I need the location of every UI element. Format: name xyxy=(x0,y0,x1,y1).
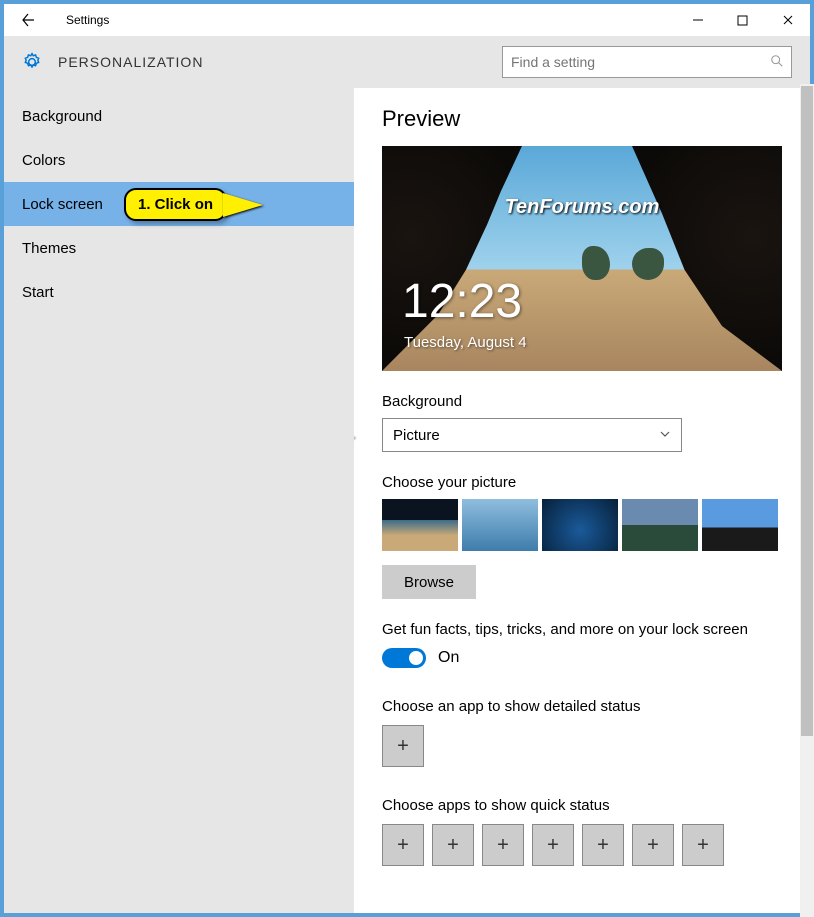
chevron-down-icon xyxy=(659,427,671,444)
close-button[interactable] xyxy=(765,4,810,36)
add-quick-status-app[interactable]: + xyxy=(382,824,424,866)
lock-screen-preview: TenForums.com 12:23 Tuesday, August 4 xyxy=(382,146,782,371)
header: PERSONALIZATION xyxy=(4,36,810,88)
sidebar-item-label: Start xyxy=(22,284,54,301)
annotation-arrow-icon xyxy=(223,193,263,217)
plus-icon: + xyxy=(397,834,409,857)
quick-status-row: + + + + + + + xyxy=(382,824,788,866)
annotation-arrow-icon xyxy=(354,425,355,449)
scrollbar[interactable] xyxy=(800,84,814,917)
browse-button[interactable]: Browse xyxy=(382,565,476,599)
add-quick-status-app[interactable]: + xyxy=(482,824,524,866)
content-pane: Preview TenForums.com 12:23 Tuesday, Aug… xyxy=(354,88,810,913)
background-label: Background xyxy=(382,393,788,410)
preview-date: Tuesday, August 4 xyxy=(404,334,527,351)
sidebar-item-label: Lock screen xyxy=(22,196,103,213)
picture-thumb[interactable] xyxy=(462,499,538,551)
add-quick-status-app[interactable]: + xyxy=(532,824,574,866)
maximize-button[interactable] xyxy=(720,4,765,36)
picture-thumb[interactable] xyxy=(382,499,458,551)
fun-facts-label: Get fun facts, tips, tricks, and more on… xyxy=(382,621,788,638)
sidebar: Background Colors Lock screen 1. Click o… xyxy=(4,88,354,913)
plus-icon: + xyxy=(397,735,409,758)
minimize-button[interactable] xyxy=(675,4,720,36)
sidebar-item-lock-screen[interactable]: Lock screen 1. Click on xyxy=(4,182,354,226)
plus-icon: + xyxy=(447,834,459,857)
detailed-status-label: Choose an app to show detailed status xyxy=(382,698,788,715)
titlebar: Settings xyxy=(4,4,810,36)
annotation-label: 1. Click on xyxy=(124,188,227,221)
window-title: Settings xyxy=(66,13,109,27)
dropdown-value: Picture xyxy=(393,427,440,444)
preview-clock: 12:23 xyxy=(402,274,522,329)
plus-icon: + xyxy=(597,834,609,857)
search-input[interactable] xyxy=(502,46,792,78)
back-button[interactable] xyxy=(14,6,42,34)
add-quick-status-app[interactable]: + xyxy=(682,824,724,866)
sidebar-item-label: Colors xyxy=(22,152,65,169)
sidebar-item-label: Themes xyxy=(22,240,76,257)
plus-icon: + xyxy=(697,834,709,857)
sidebar-item-colors[interactable]: Colors xyxy=(4,138,354,182)
picture-thumbnails xyxy=(382,499,788,551)
plus-icon: + xyxy=(497,834,509,857)
gear-icon xyxy=(22,52,42,72)
plus-icon: + xyxy=(547,834,559,857)
choose-picture-label: Choose your picture xyxy=(382,474,788,491)
add-detailed-status-app[interactable]: + xyxy=(382,725,424,767)
page-title: PERSONALIZATION xyxy=(58,54,203,70)
picture-thumb[interactable] xyxy=(622,499,698,551)
quick-status-label: Choose apps to show quick status xyxy=(382,797,788,814)
annotation-step1: 1. Click on xyxy=(124,188,263,221)
add-quick-status-app[interactable]: + xyxy=(582,824,624,866)
picture-thumb[interactable] xyxy=(702,499,778,551)
sidebar-item-label: Background xyxy=(22,108,102,125)
add-quick-status-app[interactable]: + xyxy=(632,824,674,866)
fun-facts-toggle[interactable] xyxy=(382,648,426,668)
sidebar-item-background[interactable]: Background xyxy=(4,94,354,138)
preview-watermark: TenForums.com xyxy=(382,196,782,219)
add-quick-status-app[interactable]: + xyxy=(432,824,474,866)
picture-thumb[interactable] xyxy=(542,499,618,551)
sidebar-item-themes[interactable]: Themes xyxy=(4,226,354,270)
plus-icon: + xyxy=(647,834,659,857)
search-icon xyxy=(770,54,784,68)
sidebar-item-start[interactable]: Start xyxy=(4,270,354,314)
preview-heading: Preview xyxy=(382,106,788,132)
annotation-step2: 2. Select xyxy=(354,420,355,453)
scroll-thumb[interactable] xyxy=(801,86,813,736)
background-dropdown[interactable]: Picture xyxy=(382,418,682,452)
toggle-state-label: On xyxy=(438,649,459,667)
